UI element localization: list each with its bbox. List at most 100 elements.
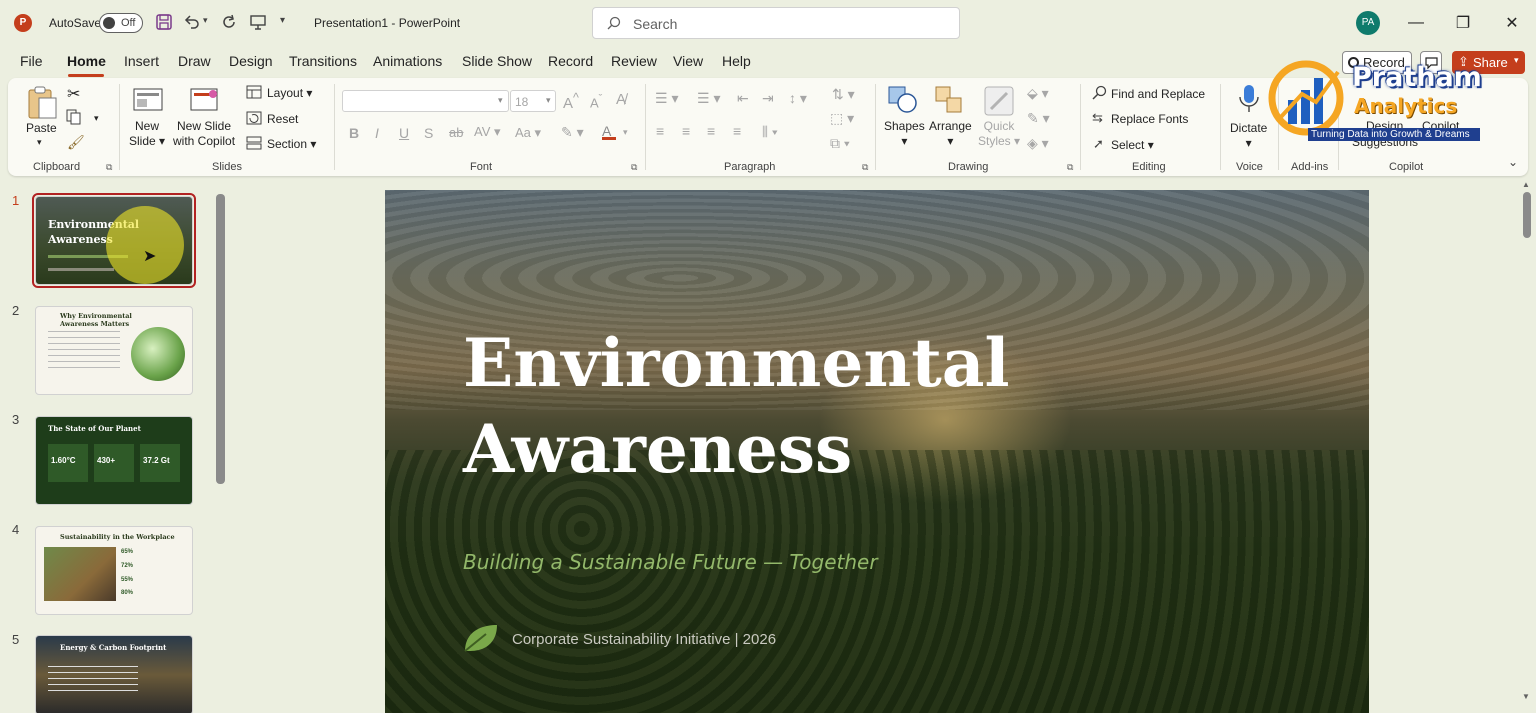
new-slide-copilot-button[interactable]: New Slide with Copilot	[173, 119, 235, 149]
justify-icon[interactable]: ≡	[733, 123, 741, 139]
strikethrough-icon[interactable]: ab	[449, 125, 463, 140]
character-spacing-icon[interactable]: AV ▾	[474, 124, 501, 140]
shapes-button[interactable]: Shapes ▾	[884, 119, 925, 149]
reset-icon[interactable]	[246, 111, 262, 125]
save-icon[interactable]	[155, 13, 173, 31]
paste-icon[interactable]	[26, 86, 58, 120]
select-cursor-icon[interactable]: ➚	[1093, 136, 1104, 152]
undo-icon[interactable]	[183, 13, 201, 31]
select-button[interactable]: Select ▾	[1111, 138, 1154, 152]
slide-scrollbar[interactable]	[1523, 192, 1531, 238]
tab-draw[interactable]: Draw	[178, 53, 211, 69]
section-button[interactable]: Section ▾	[267, 137, 316, 151]
search-box[interactable]: Search	[592, 7, 960, 39]
slide-subtitle[interactable]: Building a Sustainable Future — Together	[463, 550, 878, 574]
reset-button[interactable]: Reset	[267, 112, 298, 126]
tab-home[interactable]: Home	[67, 53, 106, 69]
paste-button[interactable]: Paste	[26, 121, 57, 136]
highlight-icon[interactable]: ✎ ▾	[561, 124, 584, 141]
tab-review[interactable]: Review	[611, 53, 657, 69]
slide-title[interactable]: Environmental Awareness	[463, 320, 1163, 492]
tab-record[interactable]: Record	[548, 53, 593, 69]
align-left-icon[interactable]: ≡	[656, 123, 664, 139]
copy-dropdown-icon[interactable]: ▾	[94, 113, 99, 124]
slide-canvas[interactable]: Environmental Awareness Building a Susta…	[385, 190, 1369, 713]
numbering-icon[interactable]: ☰ ▾	[697, 90, 720, 107]
columns-icon[interactable]: ⫼ ▾	[762, 124, 778, 140]
align-center-icon[interactable]: ≡	[682, 123, 690, 139]
present-icon[interactable]	[249, 13, 267, 31]
new-slide-copilot-icon[interactable]	[190, 86, 220, 112]
font-color-icon[interactable]: A	[602, 123, 616, 140]
underline-icon[interactable]: U	[399, 125, 409, 141]
collapse-ribbon-icon[interactable]: ⌄	[1508, 155, 1518, 169]
cut-icon[interactable]: ✂	[67, 84, 80, 104]
redo-icon[interactable]	[220, 13, 238, 31]
tab-slide-show[interactable]: Slide Show	[462, 53, 532, 69]
slide-thumbnail[interactable]: Sustainability in the Workplace 65% 72% …	[35, 526, 193, 615]
layout-icon[interactable]	[246, 85, 262, 99]
decrease-indent-icon[interactable]: ⇤	[737, 90, 749, 107]
layout-button[interactable]: Layout ▾	[267, 86, 312, 100]
replace-fonts-icon[interactable]: ⇆	[1092, 110, 1103, 126]
shadow-icon[interactable]: S	[424, 125, 433, 141]
tab-help[interactable]: Help	[722, 53, 751, 69]
font-launcher-icon[interactable]: ⧉	[631, 162, 637, 173]
section-icon[interactable]	[246, 136, 262, 150]
italic-icon[interactable]: I	[375, 125, 379, 141]
slide-footer[interactable]: Corporate Sustainability Initiative | 20…	[512, 631, 776, 648]
line-spacing-icon[interactable]: ↕ ▾	[789, 90, 807, 107]
font-name-combo[interactable]: ▾	[342, 90, 509, 112]
thumbnail-scrollbar[interactable]	[216, 194, 225, 484]
undo-dropdown-icon[interactable]: ▾	[203, 15, 208, 26]
autosave-toggle[interactable]: Off	[99, 13, 143, 33]
arrange-button[interactable]: Arrange ▾	[929, 119, 972, 149]
slide-thumbnail[interactable]: Energy & Carbon Footprint	[35, 635, 193, 713]
font-color-dropdown-icon[interactable]: ▾	[623, 127, 628, 138]
align-right-icon[interactable]: ≡	[707, 123, 715, 139]
shape-outline-icon[interactable]: ✎ ▾	[1027, 110, 1050, 127]
find-replace-button[interactable]: Find and Replace	[1111, 87, 1205, 101]
tab-animations[interactable]: Animations	[373, 53, 442, 69]
tab-file[interactable]: File	[20, 53, 43, 69]
user-avatar[interactable]: PA	[1356, 11, 1380, 35]
shape-effects-icon[interactable]: ◈ ▾	[1027, 135, 1049, 152]
drawing-launcher-icon[interactable]: ⧉	[1067, 162, 1073, 173]
scroll-down-icon[interactable]: ▼	[1522, 692, 1530, 701]
scroll-up-icon[interactable]: ▲	[1522, 180, 1530, 189]
customize-toolbar-icon[interactable]: ▾	[280, 15, 285, 26]
arrange-icon[interactable]	[934, 85, 966, 115]
microphone-icon[interactable]	[1238, 84, 1260, 114]
shapes-icon[interactable]	[887, 85, 919, 115]
paragraph-launcher-icon[interactable]: ⧉	[862, 162, 868, 173]
font-size-combo[interactable]: 18 ▾	[510, 90, 556, 112]
smartart-icon[interactable]: ⧉ ▾	[830, 135, 850, 152]
new-slide-button[interactable]: New Slide ▾	[129, 119, 165, 149]
increase-font-icon[interactable]: A^	[563, 91, 579, 112]
change-case-icon[interactable]: Aa ▾	[515, 125, 541, 141]
text-direction-icon[interactable]: ⇅ ▾	[832, 86, 855, 103]
slide-thumbnail[interactable]: The State of Our Planet 1.60°C 430+ 37.2…	[35, 416, 193, 505]
new-slide-icon[interactable]	[133, 86, 163, 112]
tab-design[interactable]: Design	[229, 53, 273, 69]
tab-view[interactable]: View	[673, 53, 703, 69]
clear-formatting-icon[interactable]: A̸	[616, 91, 626, 108]
find-icon[interactable]	[1092, 85, 1107, 100]
clipboard-launcher-icon[interactable]: ⧉	[106, 162, 112, 173]
align-text-icon[interactable]: ⬚ ▾	[830, 110, 854, 127]
tab-transitions[interactable]: Transitions	[289, 53, 357, 69]
restore-button[interactable]: ❐	[1440, 0, 1486, 46]
bullets-icon[interactable]: ☰ ▾	[655, 90, 678, 107]
replace-fonts-button[interactable]: Replace Fonts	[1111, 112, 1188, 126]
decrease-font-icon[interactable]: Aˇ	[590, 93, 602, 110]
slide-thumbnail[interactable]: Why Environmental Awareness Matters	[35, 306, 193, 395]
bold-icon[interactable]: B	[349, 125, 359, 141]
tab-insert[interactable]: Insert	[124, 53, 159, 69]
dictate-button[interactable]: Dictate ▾	[1230, 121, 1267, 151]
format-painter-icon[interactable]: 🖌	[67, 134, 85, 151]
quick-styles-icon[interactable]	[983, 85, 1015, 117]
paste-dropdown-icon[interactable]: ▾	[37, 137, 42, 148]
close-button[interactable]: ✕	[1489, 0, 1535, 46]
quick-styles-button[interactable]: Quick Styles ▾	[978, 119, 1020, 149]
copy-icon[interactable]	[66, 109, 82, 125]
